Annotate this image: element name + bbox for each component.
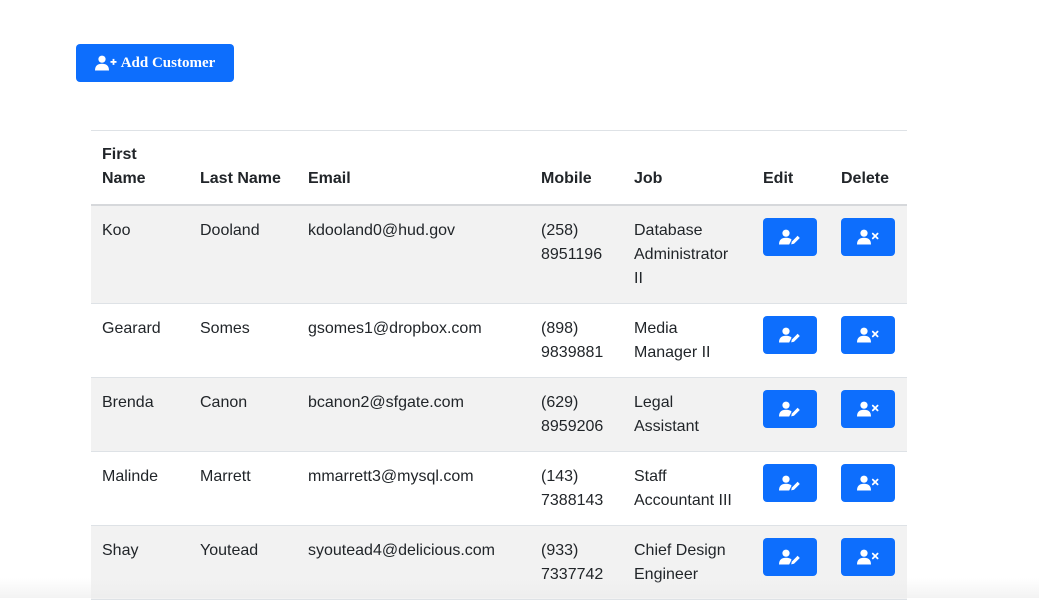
header-delete: Delete [830, 130, 907, 206]
user-x-icon [857, 229, 879, 245]
cell-last-name: Dooland [189, 205, 297, 304]
edit-customer-button[interactable] [763, 218, 817, 256]
cell-mobile: (898) 9839881 [530, 303, 623, 378]
header-last-name: Last Name [189, 130, 297, 206]
cell-first-name: Malinde [91, 451, 189, 526]
add-customer-label: Add Customer [120, 54, 216, 71]
user-pen-icon [779, 229, 801, 245]
cell-first-name: Gearard [91, 303, 189, 378]
header-mobile: Mobile [530, 130, 623, 206]
header-job: Job [623, 130, 752, 206]
cell-last-name: Canon [189, 377, 297, 452]
cell-email: kdooland0@hud.gov [297, 205, 530, 304]
edit-customer-button[interactable] [763, 464, 817, 502]
cell-last-name: Marrett [189, 451, 297, 526]
user-pen-icon [779, 475, 801, 491]
user-pen-icon [779, 549, 801, 565]
table-row: Koo Dooland kdooland0@hud.gov (258) 8951196… [91, 205, 907, 304]
header-row: First Name Last Name Email Mobile Job Ed… [91, 130, 907, 206]
cell-mobile: (629) 8959206 [530, 377, 623, 452]
cell-last-name: Youtead [189, 525, 297, 600]
user-pen-icon [779, 327, 801, 343]
delete-customer-button[interactable] [841, 464, 895, 502]
user-x-icon [857, 475, 879, 491]
header-email: Email [297, 130, 530, 206]
delete-customer-button[interactable] [841, 538, 895, 576]
user-x-icon [857, 549, 879, 565]
cell-delete [830, 303, 907, 378]
cell-job: Legal Assistant [623, 377, 752, 452]
table-row: Gearard Somes gsomes1@dropbox.com (898) 983… [91, 303, 907, 378]
cell-first-name: Koo [91, 205, 189, 304]
cell-email: mmarrett3@mysql.com [297, 451, 530, 526]
cell-delete [830, 377, 907, 452]
cell-job: Media Manager II [623, 303, 752, 378]
cell-delete [830, 525, 907, 600]
cell-delete [830, 205, 907, 304]
customer-table-container: First Name Last Name Email Mobile Job Ed… [91, 130, 907, 600]
cell-job: Chief Design Engineer [623, 525, 752, 600]
customer-table: First Name Last Name Email Mobile Job Ed… [91, 130, 907, 600]
cell-email: bcanon2@sfgate.com [297, 377, 530, 452]
user-pen-icon [779, 401, 801, 417]
cell-last-name: Somes [189, 303, 297, 378]
header-first-name: First Name [91, 130, 189, 206]
cell-first-name: Brenda [91, 377, 189, 452]
user-plus-icon [94, 55, 117, 71]
cell-edit [752, 451, 830, 526]
cell-edit [752, 377, 830, 452]
cell-first-name: Shay [91, 525, 189, 600]
delete-customer-button[interactable] [841, 316, 895, 354]
cell-mobile: (933) 7337742 [530, 525, 623, 600]
cell-job: Staff Accountant III [623, 451, 752, 526]
user-x-icon [857, 401, 879, 417]
cell-job: Database Administrator II [623, 205, 752, 304]
cell-mobile: (258) 8951196 [530, 205, 623, 304]
cell-email: gsomes1@dropbox.com [297, 303, 530, 378]
cell-edit [752, 205, 830, 304]
delete-customer-button[interactable] [841, 218, 895, 256]
delete-customer-button[interactable] [841, 390, 895, 428]
table-row: Malinde Marrett mmarrett3@mysql.com (143) 7… [91, 451, 907, 526]
edit-customer-button[interactable] [763, 390, 817, 428]
edit-customer-button[interactable] [763, 316, 817, 354]
header-edit: Edit [752, 130, 830, 206]
cell-mobile: (143) 7388143 [530, 451, 623, 526]
table-header: First Name Last Name Email Mobile Job Ed… [91, 130, 907, 206]
table-row: Shay Youtead syoutead4@delicious.com (933) … [91, 525, 907, 600]
cell-edit [752, 525, 830, 600]
table-body: Koo Dooland kdooland0@hud.gov (258) 8951196… [91, 205, 907, 600]
table-row: Brenda Canon bcanon2@sfgate.com (629) 89592… [91, 377, 907, 452]
cell-edit [752, 303, 830, 378]
add-customer-button[interactable]: Add Customer [76, 44, 234, 82]
edit-customer-button[interactable] [763, 538, 817, 576]
cell-email: syoutead4@delicious.com [297, 525, 530, 600]
user-x-icon [857, 327, 879, 343]
cell-delete [830, 451, 907, 526]
